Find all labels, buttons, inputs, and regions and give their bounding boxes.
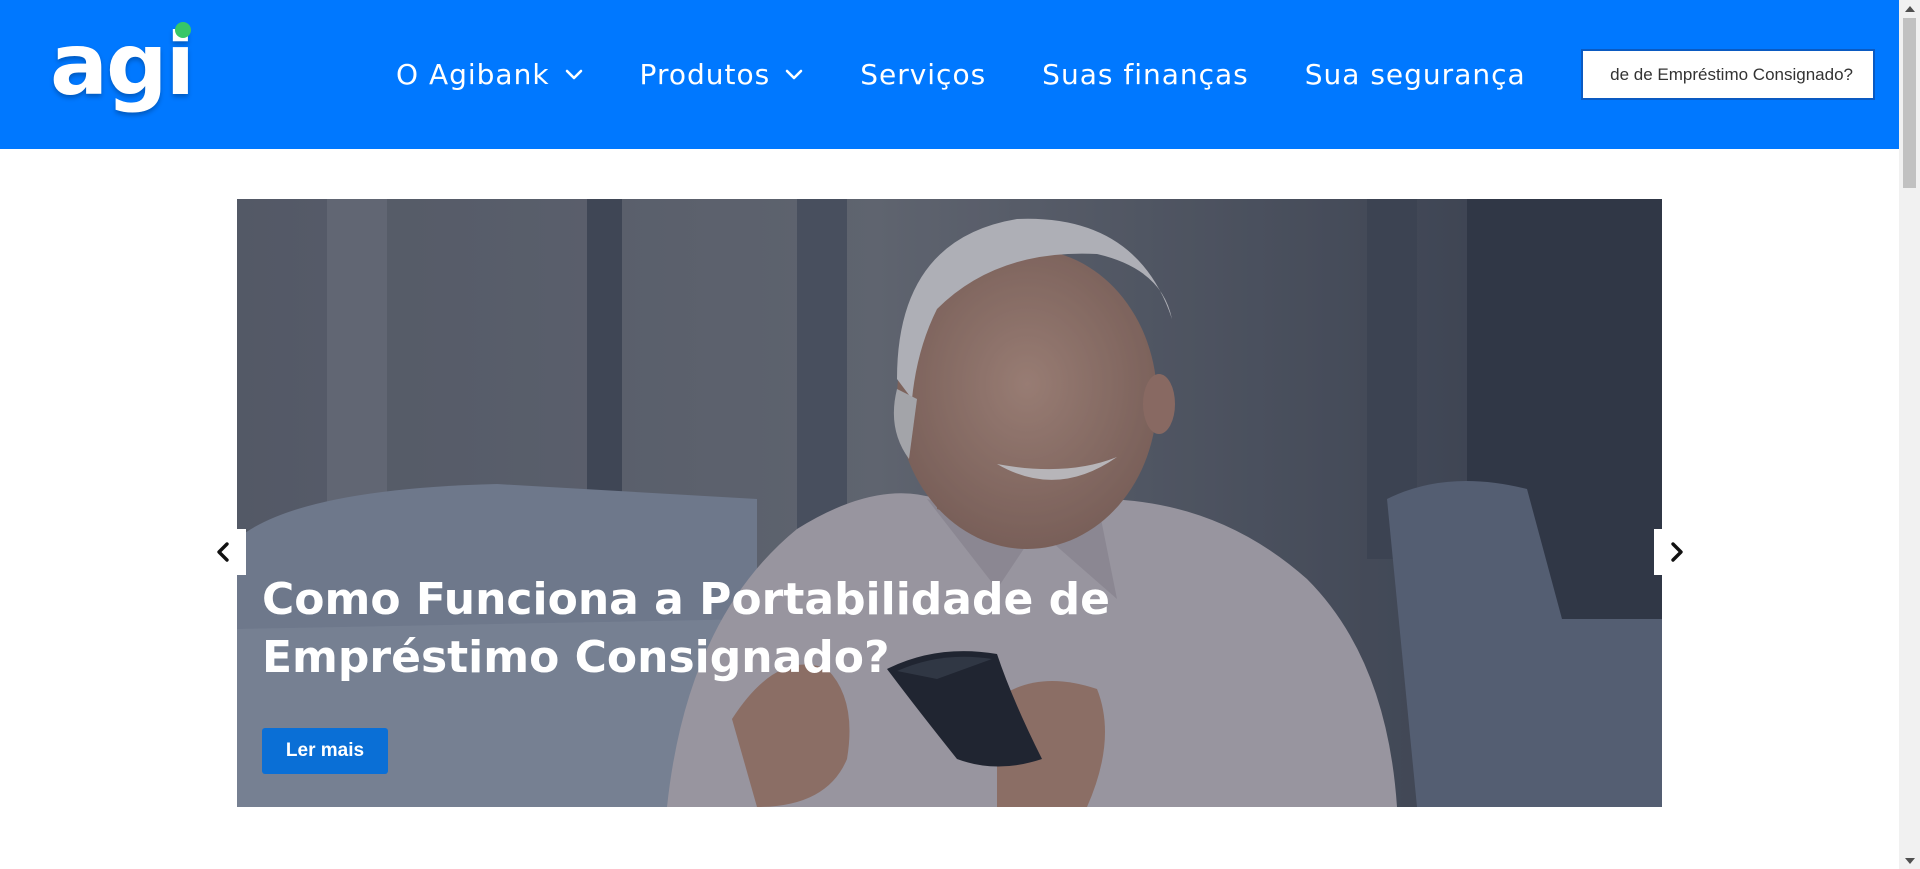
chevron-down-icon — [785, 69, 803, 80]
nav-item-label: O Agibank — [396, 57, 550, 91]
scroll-up-icon[interactable] — [1899, 0, 1920, 17]
main-nav: O Agibank Produtos Serviços Suas finança… — [396, 52, 1526, 96]
nav-item-label: Sua segurança — [1304, 57, 1526, 91]
carousel-next-button[interactable] — [1654, 529, 1700, 575]
nav-item-produtos[interactable]: Produtos — [640, 58, 805, 91]
nav-item-sua-seguranca[interactable]: Sua segurança — [1305, 58, 1526, 91]
chevron-left-icon — [217, 542, 229, 562]
nav-item-label: Serviços — [860, 57, 987, 91]
read-more-button[interactable]: Ler mais — [262, 728, 388, 774]
hero-overlay — [237, 199, 1662, 807]
nav-item-label: Suas finanças — [1042, 57, 1249, 91]
scroll-down-icon[interactable] — [1899, 852, 1920, 869]
agi-logo[interactable]: agi — [50, 20, 195, 120]
chevron-down-icon — [565, 69, 582, 80]
nav-item-o-agibank[interactable]: O Agibank — [396, 58, 584, 91]
nav-item-servicos[interactable]: Serviços — [860, 58, 986, 91]
scroll-thumb[interactable] — [1903, 18, 1916, 188]
nav-item-label: Produtos — [639, 57, 771, 91]
logo-dot-icon — [175, 22, 191, 38]
search-input[interactable] — [1603, 51, 1853, 98]
logo-text: agi — [50, 15, 195, 115]
nav-item-suas-financas[interactable]: Suas finanças — [1042, 58, 1249, 91]
site-header: agi O Agibank Produtos Serviços Suas fin… — [0, 0, 1899, 149]
carousel-prev-button[interactable] — [200, 529, 246, 575]
slide-title: Como Funciona a Portabilidade de Emprést… — [262, 574, 1110, 683]
search-box[interactable] — [1581, 49, 1875, 100]
page-scrollbar[interactable] — [1899, 0, 1920, 869]
chevron-right-icon — [1671, 542, 1683, 562]
hero-carousel: Como Funciona a Portabilidade de Emprést… — [237, 199, 1662, 807]
